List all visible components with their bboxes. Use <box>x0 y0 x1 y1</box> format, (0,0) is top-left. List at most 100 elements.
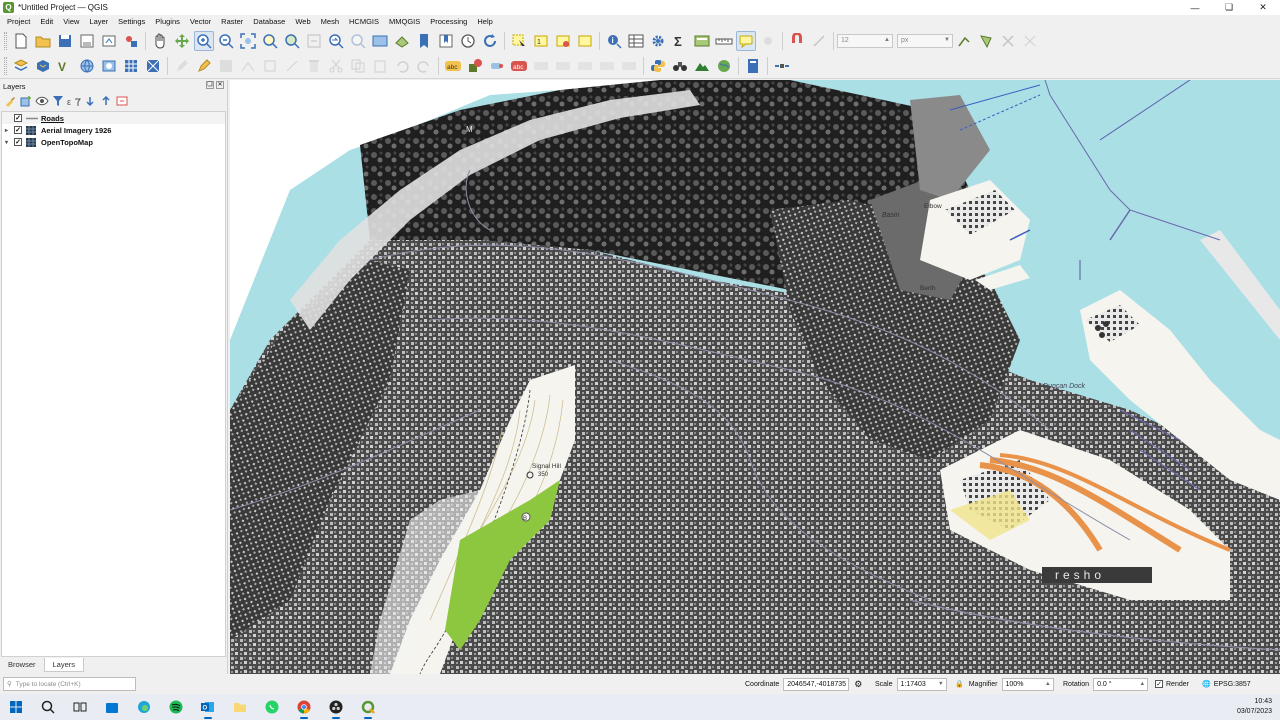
vertex-tool-button[interactable] <box>260 56 280 76</box>
annotation-tool-button[interactable] <box>787 31 807 51</box>
layer-visibility-checkbox[interactable]: ✓ <box>14 114 22 122</box>
lock-icon[interactable]: 🔒 <box>955 680 964 688</box>
menu-hcmgis[interactable]: HCMGIS <box>344 15 384 28</box>
font-size-spinbox[interactable]: 12 ▲ <box>837 33 893 48</box>
system-clock[interactable]: 10:43 03/07/2023 <box>1237 697 1272 717</box>
filter-expression-button[interactable]: ε <box>67 94 81 108</box>
menu-layer[interactable]: Layer <box>84 15 113 28</box>
search-taskbar-button[interactable] <box>32 694 64 720</box>
crs-group[interactable]: 🌐 EPSG:3857 <box>1202 677 1251 691</box>
minimize-button[interactable]: — <box>1178 0 1212 15</box>
close-button[interactable]: ✕ <box>1246 0 1280 15</box>
close-panel-icon[interactable]: ✕ <box>216 81 224 89</box>
rotation-spinbox[interactable]: 0.0 ° ▲ <box>1093 677 1149 691</box>
toggle-extents-icon[interactable]: ⚙ <box>854 679 862 690</box>
restore-button[interactable]: ❏ <box>1212 0 1246 15</box>
menu-project[interactable]: Project <box>2 15 35 28</box>
processing-toolbox-button[interactable] <box>648 31 668 51</box>
pan-map-button[interactable] <box>150 31 170 51</box>
save-edits-button[interactable] <box>216 56 236 76</box>
taskbar-app-chrome[interactable] <box>288 694 320 720</box>
menu-view[interactable]: View <box>58 15 84 28</box>
tab-browser[interactable]: Browser <box>0 658 44 672</box>
start-button[interactable] <box>0 694 32 720</box>
menu-database[interactable]: Database <box>248 15 290 28</box>
help-contents-button[interactable] <box>743 56 763 76</box>
copy-features-button[interactable] <box>348 56 368 76</box>
paste-features-button[interactable] <box>370 56 390 76</box>
taskbar-app-outlook[interactable]: O <box>192 694 224 720</box>
menu-raster[interactable]: Raster <box>216 15 248 28</box>
select-location-button[interactable] <box>575 31 595 51</box>
show-hide-labels-button[interactable] <box>597 56 617 76</box>
split-tool-button[interactable] <box>1020 31 1040 51</box>
select-features-button[interactable] <box>509 31 529 51</box>
save-as-button[interactable] <box>77 31 97 51</box>
spatial-bookmark-button[interactable] <box>414 31 434 51</box>
terrain-plugin-button[interactable] <box>692 56 712 76</box>
modify-attributes-button[interactable] <box>282 56 302 76</box>
refresh-button[interactable] <box>480 31 500 51</box>
identify-features-button[interactable]: i <box>604 31 624 51</box>
menu-mmqgis[interactable]: MMQGIS <box>384 15 425 28</box>
expand-arrow-icon[interactable]: ▾ <box>2 139 11 146</box>
add-wms-layer-button[interactable] <box>99 56 119 76</box>
current-edits-button[interactable] <box>172 56 192 76</box>
save-project-button[interactable] <box>55 31 75 51</box>
add-feature-button[interactable] <box>238 56 258 76</box>
toolbar-grip[interactable] <box>4 31 7 50</box>
taskbar-app-qgis[interactable] <box>352 694 384 720</box>
remove-layer-button[interactable] <box>115 94 129 108</box>
open-project-button[interactable] <box>33 31 53 51</box>
add-mesh-layer-button[interactable] <box>143 56 163 76</box>
open-field-calculator-button[interactable] <box>692 31 712 51</box>
render-checkbox[interactable]: ✓ <box>1155 680 1163 688</box>
menu-edit[interactable]: Edit <box>35 15 58 28</box>
menu-settings[interactable]: Settings <box>113 15 150 28</box>
manage-map-themes-button[interactable] <box>35 94 49 108</box>
change-label-button[interactable] <box>575 56 595 76</box>
layer-row-aerial-imagery[interactable]: ▸ ✓ Aerial Imagery 1926 <box>2 124 225 136</box>
shape-tool-button[interactable] <box>976 31 996 51</box>
globe-plugin-button[interactable] <box>714 56 734 76</box>
cut-features-button[interactable] <box>326 56 346 76</box>
show-bookmarks-button[interactable] <box>436 31 456 51</box>
rotate-label-button[interactable] <box>553 56 573 76</box>
highlight-labels-button[interactable]: abc <box>509 56 529 76</box>
add-group-button[interactable] <box>19 94 33 108</box>
menu-plugins[interactable]: Plugins <box>150 15 185 28</box>
show-map-tips-settings-button[interactable] <box>758 31 778 51</box>
delete-selected-button[interactable] <box>304 56 324 76</box>
move-label-button[interactable] <box>531 56 551 76</box>
zoom-in-button[interactable] <box>194 30 214 51</box>
font-unit-select[interactable]: px ▼ <box>897 33 953 48</box>
task-view-button[interactable] <box>64 694 96 720</box>
attribute-table-button[interactable] <box>626 31 646 51</box>
layer-row-opentopomap[interactable]: ▾ ✓ OpenTopoMap <box>2 136 225 148</box>
pin-labels-button[interactable] <box>487 56 507 76</box>
quickmap-services-button[interactable] <box>670 56 690 76</box>
add-raster-layer-button[interactable] <box>121 56 141 76</box>
label-properties-button[interactable] <box>619 56 639 76</box>
menu-vector[interactable]: Vector <box>185 15 216 28</box>
style-layer-button[interactable] <box>3 94 17 108</box>
map-tips-button[interactable] <box>736 30 756 51</box>
menu-mesh[interactable]: Mesh <box>316 15 344 28</box>
print-layout-button[interactable] <box>99 31 119 51</box>
map-canvas[interactable]: resho B Signal Hill 350 Basin Elbow Bert… <box>230 80 1280 674</box>
float-panel-icon[interactable]: ❏ <box>206 81 214 89</box>
gps-tool-button[interactable] <box>772 56 792 76</box>
undo-button[interactable] <box>392 56 412 76</box>
layer-visibility-checkbox[interactable]: ✓ <box>14 138 22 146</box>
filter-legend-button[interactable] <box>51 94 65 108</box>
coordinate-field[interactable]: 2046547,-4018735 <box>783 677 850 691</box>
add-virtual-layer-button[interactable]: V <box>55 56 75 76</box>
statistical-summary-button[interactable]: Σ <box>670 31 690 51</box>
style-manager-button[interactable] <box>121 31 141 51</box>
layer-row-roads[interactable]: ✓ Roads <box>2 112 225 124</box>
toggle-editing-button[interactable] <box>194 56 214 76</box>
expand-arrow-icon[interactable]: ▸ <box>2 127 11 134</box>
add-wfs-layer-button[interactable] <box>77 56 97 76</box>
taskbar-app-spotify[interactable] <box>160 694 192 720</box>
menu-help[interactable]: Help <box>472 15 497 28</box>
